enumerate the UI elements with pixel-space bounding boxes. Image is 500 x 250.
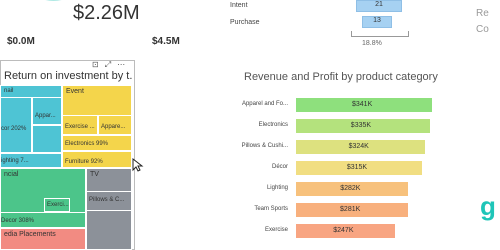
bar-category-label: Lighting bbox=[266, 185, 288, 191]
funnel-label-purchase: Purchase bbox=[230, 19, 260, 26]
treemap-area: nail cor 202% Appar... ighting 7... Even… bbox=[0, 85, 135, 250]
treemap-label: Decor 308% bbox=[1, 218, 35, 224]
treemap-label: Pillows & C... bbox=[89, 197, 125, 203]
funnel-footer-tick-left bbox=[351, 31, 352, 37]
right-text-2: Co bbox=[476, 24, 489, 35]
bar-category-label: Décor bbox=[271, 164, 288, 170]
bar-value-label: $247K bbox=[333, 227, 354, 234]
treemap-label: Exercise ... bbox=[65, 124, 95, 130]
visual-toolbar: ⊡ ⤢ ⋯ bbox=[92, 60, 132, 70]
treemap-block-title: edia Placements bbox=[4, 231, 56, 238]
bar-value-label: $341K bbox=[352, 101, 373, 108]
treemap-sub-decor-fin[interactable]: Decor 308% bbox=[0, 212, 86, 228]
treemap-block-title: TV bbox=[90, 171, 99, 178]
treemap-sub-electronics[interactable]: Electronics 99% bbox=[62, 135, 132, 151]
bar-category-label: Electronics bbox=[258, 122, 288, 128]
treemap-label: Exerci... bbox=[47, 202, 69, 208]
treemap-sub-pillows[interactable]: Pillows & C... bbox=[86, 191, 132, 211]
funnel-label-intent: Intent bbox=[230, 2, 248, 9]
treemap-sub-exercise-fin[interactable]: Exerci... bbox=[44, 198, 70, 212]
funnel-bar-purchase[interactable]: 13 bbox=[362, 16, 392, 28]
treemap-sub-furniture[interactable]: Furniture 92% bbox=[62, 151, 132, 168]
right-text-1: Re bbox=[476, 8, 489, 19]
bar-category-label: Exercise bbox=[264, 227, 288, 233]
funnel-bar-intent[interactable]: 21 bbox=[356, 0, 402, 12]
treemap-label: ighting 7... bbox=[1, 158, 29, 164]
funnel-footer-tick-right bbox=[408, 31, 409, 37]
treemap-label: Appar... bbox=[35, 113, 56, 119]
treemap-label: Furniture 92% bbox=[65, 159, 103, 165]
bar-category-label: Team Sports bbox=[254, 206, 288, 212]
treemap-label: cor 202% bbox=[1, 126, 27, 132]
logo-icon: g bbox=[480, 191, 496, 221]
gauge-min-label: $0.0M bbox=[7, 36, 35, 47]
bar-category-label: Pillows & Cushi... bbox=[241, 143, 288, 149]
bar-value-label: $315K bbox=[346, 164, 368, 171]
bar-value-label: $281K bbox=[340, 206, 361, 213]
bar-category-label: Apparel and Fo... bbox=[241, 101, 288, 107]
bar-value-label: $335K bbox=[350, 122, 372, 129]
treemap-title: Return on investment by t... bbox=[4, 70, 132, 82]
gauge-value: $2.26M bbox=[73, 2, 140, 24]
bar-value-label: $324K bbox=[348, 143, 369, 150]
treemap-sub-decor[interactable]: cor 202% bbox=[0, 97, 32, 153]
more-icon[interactable]: ⋯ bbox=[117, 60, 125, 70]
bar-chart: Apparel and Fo... $341K Electronics $335K Pi… bbox=[228, 98, 468, 250]
treemap-block-media[interactable]: edia Placements bbox=[0, 228, 86, 250]
pin-icon[interactable]: ⊡ bbox=[92, 60, 99, 70]
treemap-sub-apparel[interactable]: Appar... bbox=[32, 97, 62, 125]
treemap-block-title: ncial bbox=[4, 171, 19, 178]
expand-icon[interactable]: ⤢ bbox=[105, 60, 111, 70]
funnel-footer-line bbox=[351, 36, 409, 37]
treemap-sub-apparel-event[interactable]: Appare... bbox=[98, 115, 132, 135]
treemap-label: Appare... bbox=[101, 124, 126, 130]
funnel-footer-percent: 18.8% bbox=[362, 40, 382, 47]
treemap-sub-lighting[interactable]: ighting 7... bbox=[0, 153, 62, 168]
treemap-block-title: Event bbox=[66, 88, 84, 95]
treemap-sub-exercise[interactable]: Exercise ... bbox=[62, 115, 98, 135]
gauge-max-label: $4.5M bbox=[152, 36, 180, 47]
chart-title: Revenue and Profit by product category bbox=[244, 71, 438, 83]
bar-value-label: $282K bbox=[340, 185, 361, 192]
treemap-label: Electronics 99% bbox=[65, 141, 109, 147]
mouse-cursor-icon bbox=[132, 158, 144, 172]
treemap-block-title: nail bbox=[4, 88, 14, 94]
treemap-sub-misc[interactable] bbox=[32, 125, 62, 153]
